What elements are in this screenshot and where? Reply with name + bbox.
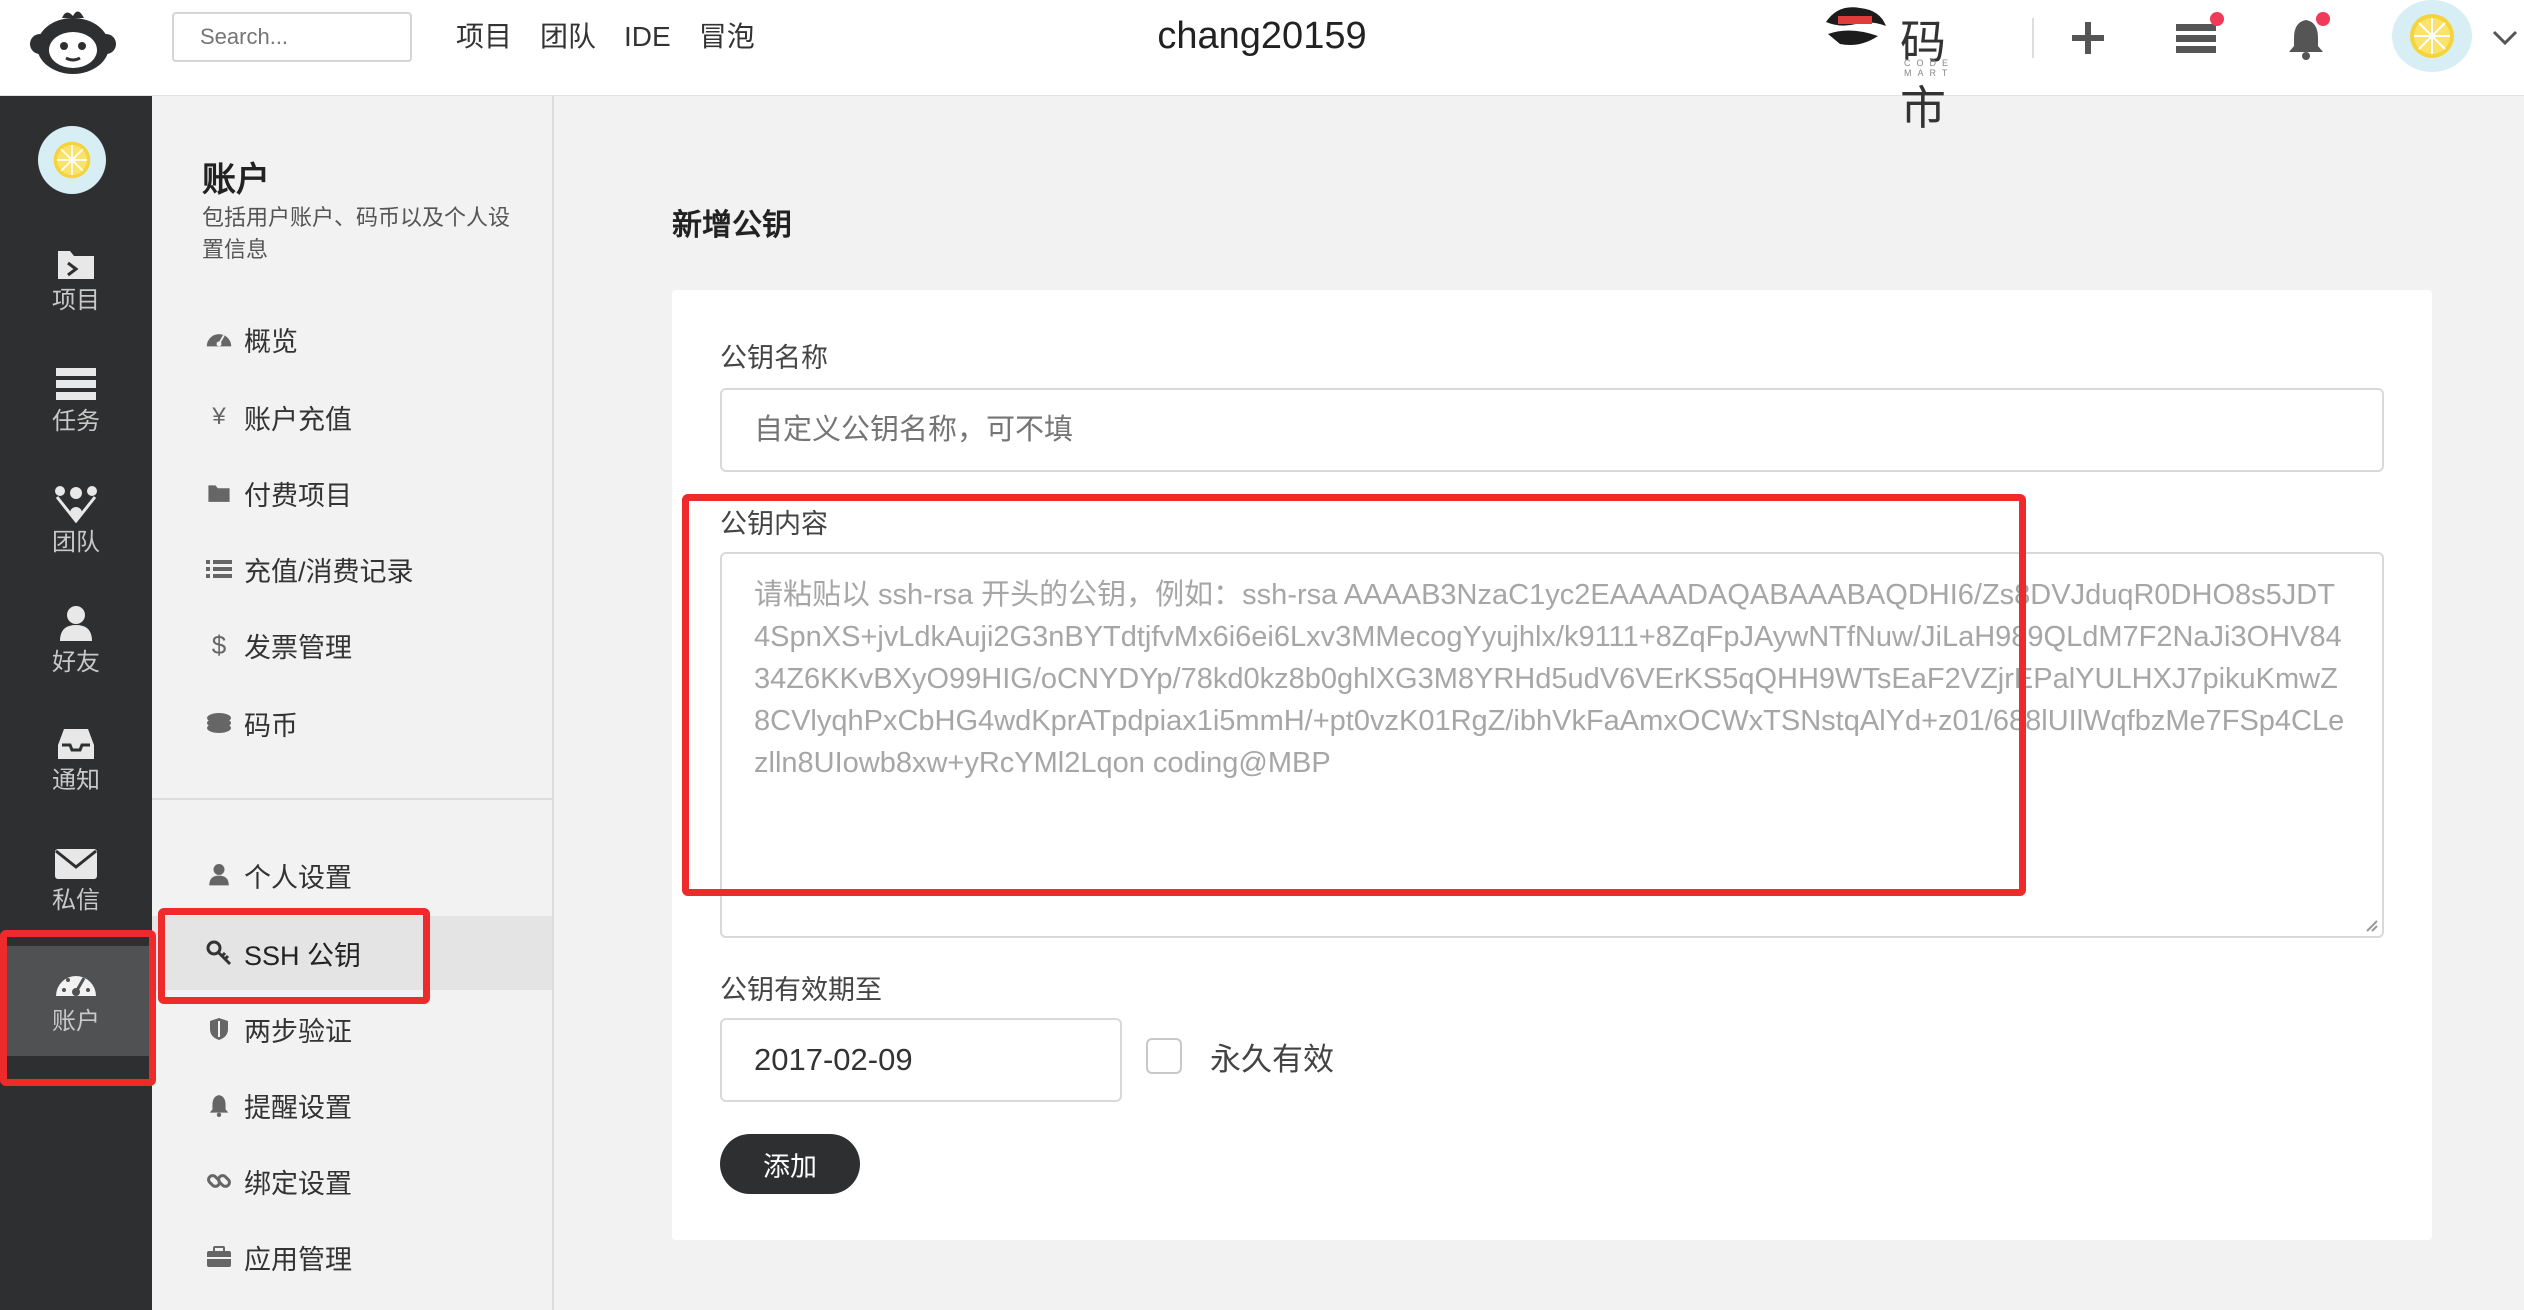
inbox-icon bbox=[58, 729, 94, 759]
sidebar-item-label: 概览 bbox=[244, 326, 298, 357]
nav-team[interactable]: 团队 bbox=[540, 18, 596, 56]
sidebar-item-label: 好友 bbox=[52, 649, 100, 676]
nav-ide[interactable]: IDE bbox=[624, 18, 671, 56]
sidebar-item-ssh-keys[interactable]: SSH 公钥 bbox=[152, 916, 552, 990]
sidebar-item-coins[interactable]: 码币 bbox=[152, 686, 552, 760]
sidebar-item-label: 码币 bbox=[244, 710, 298, 741]
sidebar-item-label: 充值/消费记录 bbox=[244, 556, 414, 587]
sidebar-item-overview[interactable]: 概览 bbox=[152, 302, 552, 376]
monkey-logo-icon[interactable] bbox=[26, 4, 120, 76]
avatar[interactable] bbox=[2392, 0, 2472, 72]
expiry-label: 公钥有效期至 bbox=[720, 975, 882, 1005]
tasks-icon[interactable] bbox=[2168, 10, 2224, 66]
nav-projects[interactable]: 项目 bbox=[456, 18, 512, 56]
codemart-logo[interactable]: 码市 CODE MART bbox=[1820, 0, 2010, 134]
list-icon bbox=[204, 554, 234, 584]
link-icon bbox=[204, 1166, 234, 1196]
bell-notification-dot bbox=[2316, 12, 2330, 26]
tasks-notification-dot bbox=[2210, 12, 2224, 26]
permanent-checkbox[interactable] bbox=[1146, 1038, 1182, 1074]
folder-icon bbox=[204, 478, 234, 508]
permanent-label: 永久有效 bbox=[1210, 1042, 1334, 1077]
coins-icon bbox=[204, 708, 234, 738]
dashboard-icon bbox=[204, 324, 234, 354]
sidebar-item-apps[interactable]: 应用管理 bbox=[152, 1220, 552, 1294]
sidebar-item-label: 通知 bbox=[52, 767, 100, 794]
key-name-label: 公钥名称 bbox=[720, 343, 828, 373]
sidebar-item-personal-settings[interactable]: 个人设置 bbox=[152, 838, 552, 912]
key-name-input[interactable] bbox=[720, 388, 2384, 472]
sidebar-item-bindings[interactable]: 绑定设置 bbox=[152, 1144, 552, 1218]
top-bar: 项目 团队 IDE 冒泡 chang20159 码市 CODE MART bbox=[0, 0, 2524, 134]
sidebar-item-label: 付费项目 bbox=[244, 480, 352, 511]
account-sidebar: 账户 包括用户账户、码币以及个人设置信息 概览 ¥ 账户充值 付费项目 充值/消… bbox=[152, 96, 554, 1310]
sidebar-item-records[interactable]: 充值/消费记录 bbox=[152, 532, 552, 606]
page-title: 新增公钥 bbox=[672, 209, 792, 242]
sidebar-item-two-step[interactable]: 两步验证 bbox=[152, 992, 552, 1066]
team-icon bbox=[55, 486, 97, 523]
sidebar-item-label: 绑定设置 bbox=[244, 1168, 352, 1199]
sidebar-item-label: 应用管理 bbox=[244, 1244, 352, 1275]
sidebar-divider bbox=[152, 798, 552, 800]
sidebar-item-label: 个人设置 bbox=[244, 862, 352, 893]
key-content-placeholder: 请粘贴以 ssh-rsa 开头的公钥，例如：ssh-rsa AAAAB3NzaC… bbox=[754, 579, 2345, 779]
tasks-icon bbox=[56, 368, 96, 400]
top-nav: 项目 团队 IDE 冒泡 bbox=[456, 18, 783, 56]
sidebar-item-label: 发票管理 bbox=[244, 632, 352, 663]
sidebar-item-team[interactable]: 团队 bbox=[0, 466, 152, 576]
dollar-icon: $ bbox=[211, 629, 227, 660]
sidebar-item-paid-projects[interactable]: 付费项目 bbox=[152, 456, 552, 530]
key-content-label: 公钥内容 bbox=[720, 509, 828, 539]
sidebar-item-label: 账户 bbox=[52, 1008, 100, 1035]
sidebar-avatar[interactable] bbox=[38, 126, 106, 194]
folder-icon bbox=[58, 251, 94, 279]
user-icon bbox=[60, 606, 92, 641]
bell-icon bbox=[204, 1090, 234, 1120]
codemart-subtext: CODE MART bbox=[1904, 58, 1955, 78]
key-content-textarea[interactable]: 请粘贴以 ssh-rsa 开头的公钥，例如：ssh-rsa AAAAB3NzaC… bbox=[720, 552, 2384, 938]
user-icon bbox=[204, 860, 234, 890]
shield-icon bbox=[204, 1014, 234, 1044]
sidebar-item-label: 两步验证 bbox=[244, 1016, 352, 1047]
sidebar-item-label: 项目 bbox=[52, 287, 100, 314]
add-key-form: 公钥名称 公钥内容 请粘贴以 ssh-rsa 开头的公钥，例如：ssh-rsa … bbox=[672, 290, 2432, 1240]
yen-icon: ¥ bbox=[212, 403, 226, 430]
sidebar-item-label: 任务 bbox=[52, 408, 100, 435]
sidebar-item-label: 提醒设置 bbox=[244, 1092, 352, 1123]
sidebar-item-label: 账户充值 bbox=[244, 404, 352, 435]
sidebar-item-notifications[interactable]: 通知 bbox=[0, 706, 152, 816]
sidebar-item-recharge[interactable]: ¥ 账户充值 bbox=[152, 380, 552, 454]
sidebar-item-projects[interactable]: 项目 bbox=[0, 226, 152, 336]
sidebar-item-label: SSH 公钥 bbox=[244, 940, 362, 971]
search-input[interactable] bbox=[172, 12, 412, 62]
mail-icon bbox=[55, 849, 97, 879]
dashboard-icon bbox=[56, 976, 96, 996]
sidebar-item-label: 私信 bbox=[52, 887, 100, 914]
ninja-icon bbox=[1826, 7, 1886, 45]
expiry-date-input[interactable]: 2017-02-09 bbox=[720, 1018, 1122, 1102]
sidebar-item-account[interactable]: 账户 bbox=[0, 946, 152, 1056]
add-button[interactable]: 添加 bbox=[720, 1134, 860, 1194]
main-sidebar: 项目 任务 团队 好友 通知 私信 账户 bbox=[0, 96, 152, 1310]
sidebar-item-label: 团队 bbox=[52, 529, 100, 556]
chevron-down-icon[interactable] bbox=[2490, 22, 2520, 52]
key-icon bbox=[204, 938, 234, 968]
sidebar-item-invoices[interactable]: $ 发票管理 bbox=[152, 608, 552, 682]
resize-handle-icon[interactable] bbox=[2362, 916, 2378, 932]
sidebar-title: 账户 bbox=[202, 161, 270, 199]
sidebar-item-messages[interactable]: 私信 bbox=[0, 826, 152, 936]
sidebar-item-tasks[interactable]: 任务 bbox=[0, 346, 152, 456]
sidebar-item-reminders[interactable]: 提醒设置 bbox=[152, 1068, 552, 1142]
briefcase-icon bbox=[204, 1242, 234, 1272]
sidebar-item-friends[interactable]: 好友 bbox=[0, 586, 152, 696]
nav-bubble[interactable]: 冒泡 bbox=[699, 18, 755, 56]
sidebar-description: 包括用户账户、码币以及个人设置信息 bbox=[202, 205, 511, 262]
bell-icon[interactable] bbox=[2278, 10, 2334, 66]
topbar-divider bbox=[2032, 18, 2034, 58]
plus-icon[interactable] bbox=[2060, 10, 2116, 66]
